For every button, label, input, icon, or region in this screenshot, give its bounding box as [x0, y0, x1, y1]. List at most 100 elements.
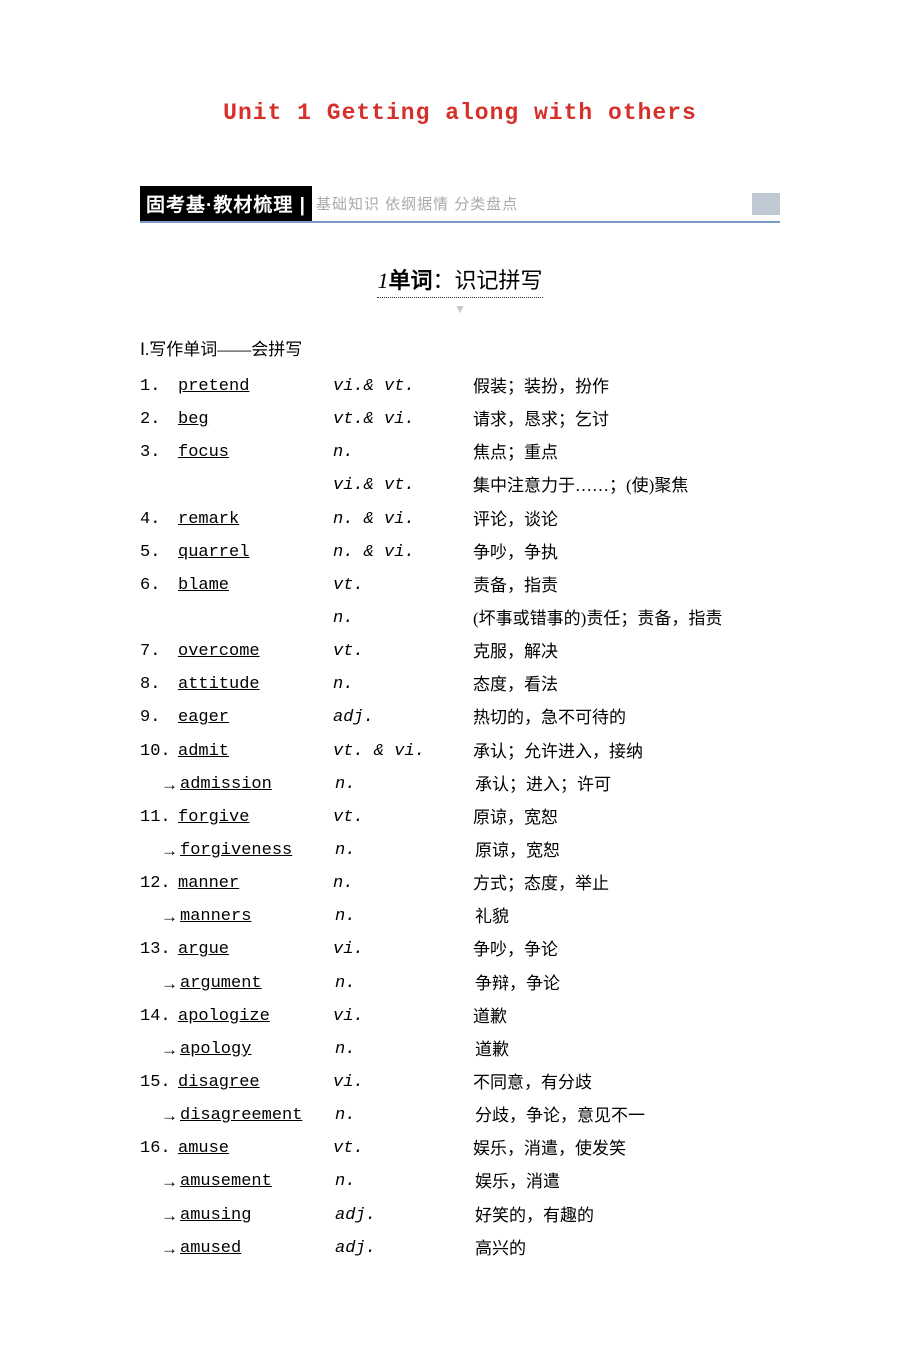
vocab-word: beg — [178, 403, 333, 436]
arrow-icon: → — [140, 900, 180, 933]
definition: 责备，指责 — [473, 569, 780, 602]
arrow-icon: → — [140, 967, 180, 1000]
vocab-word: amusing — [180, 1199, 335, 1232]
definition: (坏事或错事的)责任；责备，指责 — [473, 602, 780, 635]
arrow-icon: → — [140, 834, 180, 867]
vocab-row: →forgivenessn.原谅，宽恕 — [140, 834, 780, 867]
definition: 态度，看法 — [473, 668, 780, 701]
vocab-row: →apologyn.道歉 — [140, 1033, 780, 1066]
subsection-heading: Ⅰ.写作单词——会拼写 — [140, 335, 780, 360]
arrow-icon: → — [140, 1033, 180, 1066]
vocab-list: 1.pretendvi.& vt.假装；装扮，扮作2.begvt.& vi.请求… — [140, 370, 780, 1265]
part-of-speech: vi. — [333, 1066, 473, 1099]
entry-number: 7. — [140, 635, 178, 668]
vocab-word: manners — [180, 900, 335, 933]
vocab-row: 5.quarreln. & vi.争吵，争执 — [140, 536, 780, 569]
definition: 请求，恳求；乞讨 — [473, 403, 780, 436]
definition: 不同意，有分歧 — [473, 1066, 780, 1099]
part-of-speech: vi. — [333, 1000, 473, 1033]
vocab-word: argument — [180, 967, 335, 1000]
vocab-word: quarrel — [178, 536, 333, 569]
definition: 原谅，宽恕 — [475, 834, 780, 867]
mid-title-bold: 单词 — [388, 268, 432, 293]
entry-number: 3. — [140, 436, 178, 469]
part-of-speech: vi.& vt. — [333, 370, 473, 403]
vocab-row: 13.arguevi.争吵，争论 — [140, 933, 780, 966]
vocab-word: disagree — [178, 1066, 333, 1099]
entry-number: 8. — [140, 668, 178, 701]
vocab-row: 9.eageradj.热切的，急不可待的 — [140, 701, 780, 734]
arrow-icon: → — [140, 1099, 180, 1132]
entry-number: 15. — [140, 1066, 178, 1099]
entry-number: 6. — [140, 569, 178, 602]
definition: 道歉 — [473, 1000, 780, 1033]
vocab-row: 1.pretendvi.& vt.假装；装扮，扮作 — [140, 370, 780, 403]
vocab-word: forgiveness — [180, 834, 335, 867]
vocab-word: amusement — [180, 1165, 335, 1198]
vocab-word: overcome — [178, 635, 333, 668]
definition: 娱乐，消遣，使发笑 — [473, 1132, 780, 1165]
vocab-word: admission — [180, 768, 335, 801]
definition: 评论，谈论 — [473, 503, 780, 536]
part-of-speech: n. & vi. — [333, 503, 473, 536]
part-of-speech: vt. — [333, 569, 473, 602]
definition: 原谅，宽恕 — [473, 801, 780, 834]
definition: 承认；进入；许可 — [475, 768, 780, 801]
section-bar: 固考基·教材梳理 | 基础知识 依纲据情 分类盘点 — [140, 186, 780, 223]
entry-number: 4. — [140, 503, 178, 536]
arrow-icon: → — [140, 1165, 180, 1198]
vocab-row: 14.apologizevi.道歉 — [140, 1000, 780, 1033]
part-of-speech: adj. — [333, 701, 473, 734]
vocab-row: 10.admitvt. & vi.承认；允许进入，接纳 — [140, 735, 780, 768]
arrow-icon: → — [140, 1199, 180, 1232]
entry-number: 14. — [140, 1000, 178, 1033]
definition: 争吵，争执 — [473, 536, 780, 569]
vocab-row: 12.mannern.方式；态度，举止 — [140, 867, 780, 900]
part-of-speech: n. — [335, 1033, 475, 1066]
entry-number: 2. — [140, 403, 178, 436]
entry-number — [140, 602, 178, 635]
definition: 方式；态度，举止 — [473, 867, 780, 900]
part-of-speech: n. — [335, 834, 475, 867]
mid-title-num: 1 — [377, 268, 388, 293]
entry-number: 5. — [140, 536, 178, 569]
part-of-speech: adj. — [335, 1199, 475, 1232]
vocab-row: 8.attituden.态度，看法 — [140, 668, 780, 701]
vocab-row: 15.disagreevi.不同意，有分歧 — [140, 1066, 780, 1099]
vocab-row: →admissionn.承认；进入；许可 — [140, 768, 780, 801]
part-of-speech: n. — [335, 1099, 475, 1132]
vocab-word — [178, 469, 333, 502]
arrow-icon: → — [140, 1232, 180, 1265]
definition: 分歧，争论，意见不一 — [475, 1099, 780, 1132]
definition: 争吵，争论 — [473, 933, 780, 966]
vocab-word: amused — [180, 1232, 335, 1265]
entry-number: 11. — [140, 801, 178, 834]
vocab-row: →amusedadj.高兴的 — [140, 1232, 780, 1265]
definition: 集中注意力于……；(使)聚焦 — [473, 469, 780, 502]
definition: 争辩，争论 — [475, 967, 780, 1000]
vocab-word: attitude — [178, 668, 333, 701]
entry-number: 12. — [140, 867, 178, 900]
vocab-word: admit — [178, 735, 333, 768]
vocab-row: 7.overcomevt.克服，解决 — [140, 635, 780, 668]
part-of-speech: vi. — [333, 933, 473, 966]
entry-number: 10. — [140, 735, 178, 768]
vocab-word: focus — [178, 436, 333, 469]
vocab-word: eager — [178, 701, 333, 734]
definition: 热切的，急不可待的 — [473, 701, 780, 734]
document-page: Unit 1 Getting along with others 固考基·教材梳… — [0, 0, 920, 1345]
vocab-row: →amusementn.娱乐，消遣 — [140, 1165, 780, 1198]
definition: 假装；装扮，扮作 — [473, 370, 780, 403]
vocab-word: remark — [178, 503, 333, 536]
entry-number: 13. — [140, 933, 178, 966]
part-of-speech: n. — [333, 867, 473, 900]
section-bar-main: 固考基·教材梳理 | — [140, 186, 312, 221]
part-of-speech: n. — [333, 602, 473, 635]
vocab-row: 2.begvt.& vi.请求，恳求；乞讨 — [140, 403, 780, 436]
vocab-word: disagreement — [180, 1099, 335, 1132]
part-of-speech: adj. — [335, 1232, 475, 1265]
vocab-word: pretend — [178, 370, 333, 403]
vocab-row: 6.blamevt.责备，指责 — [140, 569, 780, 602]
triangle-down-icon: ▼ — [140, 302, 780, 317]
vocab-word: manner — [178, 867, 333, 900]
